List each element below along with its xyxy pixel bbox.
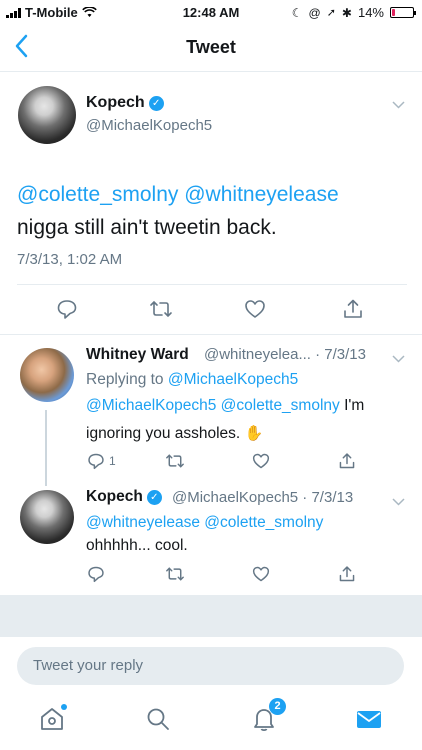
battery-percent: 14% bbox=[357, 5, 384, 20]
search-icon bbox=[147, 708, 169, 730]
tweet-text: @whitneyelease @colette_smolny bbox=[86, 511, 323, 535]
moon-icon: ☾ bbox=[291, 5, 303, 20]
like-icon bbox=[252, 566, 270, 582]
avatar[interactable] bbox=[18, 86, 76, 144]
thread-line bbox=[45, 410, 47, 486]
author-handle[interactable]: @MichaelKopech5 bbox=[86, 117, 212, 134]
share-icon bbox=[339, 566, 355, 582]
status-bar: T-Mobile 12:48 AM ☾ @ ➚ ✱ 14% bbox=[0, 0, 422, 26]
mention-link[interactable]: @MichaelKopech5 bbox=[168, 371, 298, 388]
chevron-down-icon[interactable] bbox=[392, 495, 405, 509]
share-button[interactable] bbox=[342, 298, 364, 320]
share-button[interactable] bbox=[338, 565, 356, 583]
tweet-body: ohhhhh... cool. bbox=[86, 537, 188, 554]
tweet-body: I'm bbox=[344, 397, 365, 414]
navbar: Tweet bbox=[0, 26, 422, 72]
retweet-icon bbox=[166, 454, 184, 468]
like-button[interactable] bbox=[244, 298, 266, 320]
reply-icon bbox=[88, 453, 104, 470]
divider bbox=[17, 284, 407, 285]
reply-input[interactable]: Tweet your reply bbox=[17, 647, 404, 685]
retweet-button[interactable] bbox=[164, 452, 186, 470]
chevron-down-icon[interactable] bbox=[392, 98, 405, 112]
reply-icon bbox=[57, 300, 77, 319]
battery-icon bbox=[390, 7, 416, 18]
author-name[interactable]: Whitney Ward bbox=[86, 346, 189, 364]
reply-button[interactable] bbox=[56, 298, 78, 320]
new-content-dot bbox=[61, 704, 67, 710]
conversation-end-band bbox=[0, 595, 422, 637]
share-button[interactable] bbox=[338, 452, 356, 470]
like-button[interactable] bbox=[252, 452, 270, 470]
mention-link[interactable]: @whitneyelease bbox=[184, 183, 338, 206]
replying-to: Replying to @MichaelKopech5 bbox=[86, 368, 298, 392]
share-icon bbox=[339, 453, 355, 469]
messages-icon bbox=[357, 711, 381, 728]
reply-icon bbox=[88, 566, 104, 583]
tweet-text: @colette_smolny @whitneyelease nigga sti… bbox=[17, 178, 407, 244]
divider bbox=[0, 334, 422, 335]
reply-button[interactable]: 1 bbox=[87, 452, 116, 470]
bluetooth-icon: ✱ bbox=[341, 5, 352, 20]
author-name[interactable]: Kopech ✓ bbox=[86, 488, 162, 506]
mention-link[interactable]: @colette_smolny bbox=[204, 514, 323, 531]
like-icon bbox=[252, 453, 270, 469]
author-handle-date: @MichaelKopech5 · 7/3/13 bbox=[172, 489, 354, 506]
tweet-body: ignoring you assholes. bbox=[86, 425, 241, 442]
avatar[interactable] bbox=[20, 348, 74, 402]
replying-prefix: Replying to bbox=[86, 371, 164, 388]
retweet-icon bbox=[166, 567, 184, 581]
retweet-icon bbox=[150, 300, 172, 318]
mention-link[interactable]: @colette_smolny bbox=[17, 183, 178, 206]
tab-search[interactable] bbox=[146, 706, 170, 737]
author-name-text: Kopech bbox=[86, 94, 145, 111]
reply-button[interactable] bbox=[87, 565, 105, 583]
tweet-text-line2: ignoring you assholes. ✋ bbox=[86, 422, 263, 446]
share-icon bbox=[344, 299, 362, 318]
author-handle-date: @whitneyelea... · 7/3/13 bbox=[204, 346, 366, 363]
chevron-down-icon[interactable] bbox=[392, 352, 405, 366]
mention-link[interactable]: @colette_smolny bbox=[221, 397, 340, 414]
tab-notifications[interactable]: 2 bbox=[252, 698, 286, 737]
tab-messages[interactable] bbox=[356, 706, 382, 737]
mention-link[interactable]: @whitneyelease bbox=[86, 514, 200, 531]
reply-count: 1 bbox=[109, 454, 116, 468]
tweet-timestamp: 7/3/13, 1:02 AM bbox=[17, 251, 123, 268]
avatar[interactable] bbox=[20, 490, 74, 544]
tweet-body: nigga still ain't tweetin back. bbox=[17, 216, 277, 239]
page-title: Tweet bbox=[186, 37, 236, 57]
author-name-text: Kopech bbox=[86, 488, 143, 505]
raised-hand-icon: ✋ bbox=[244, 425, 264, 442]
lock-rotation-icon: @ bbox=[308, 5, 321, 20]
verified-icon: ✓ bbox=[146, 490, 162, 505]
location-icon: ➚ bbox=[326, 7, 336, 19]
like-icon bbox=[245, 300, 265, 318]
retweet-button[interactable] bbox=[148, 298, 174, 320]
notifications-badge: 2 bbox=[269, 698, 286, 715]
tweet-text: @MichaelKopech5 @colette_smolny I'm bbox=[86, 394, 411, 418]
status-right: ☾ @ ➚ ✱ 14% bbox=[291, 5, 416, 20]
retweet-button[interactable] bbox=[164, 565, 186, 583]
like-button[interactable] bbox=[252, 565, 270, 583]
tab-bar: 2 bbox=[0, 696, 422, 750]
mention-link[interactable]: @MichaelKopech5 bbox=[86, 397, 216, 414]
author-name[interactable]: Kopech ✓ bbox=[86, 94, 164, 112]
tab-home[interactable] bbox=[40, 704, 67, 737]
home-icon bbox=[41, 708, 63, 730]
verified-icon: ✓ bbox=[148, 96, 164, 111]
